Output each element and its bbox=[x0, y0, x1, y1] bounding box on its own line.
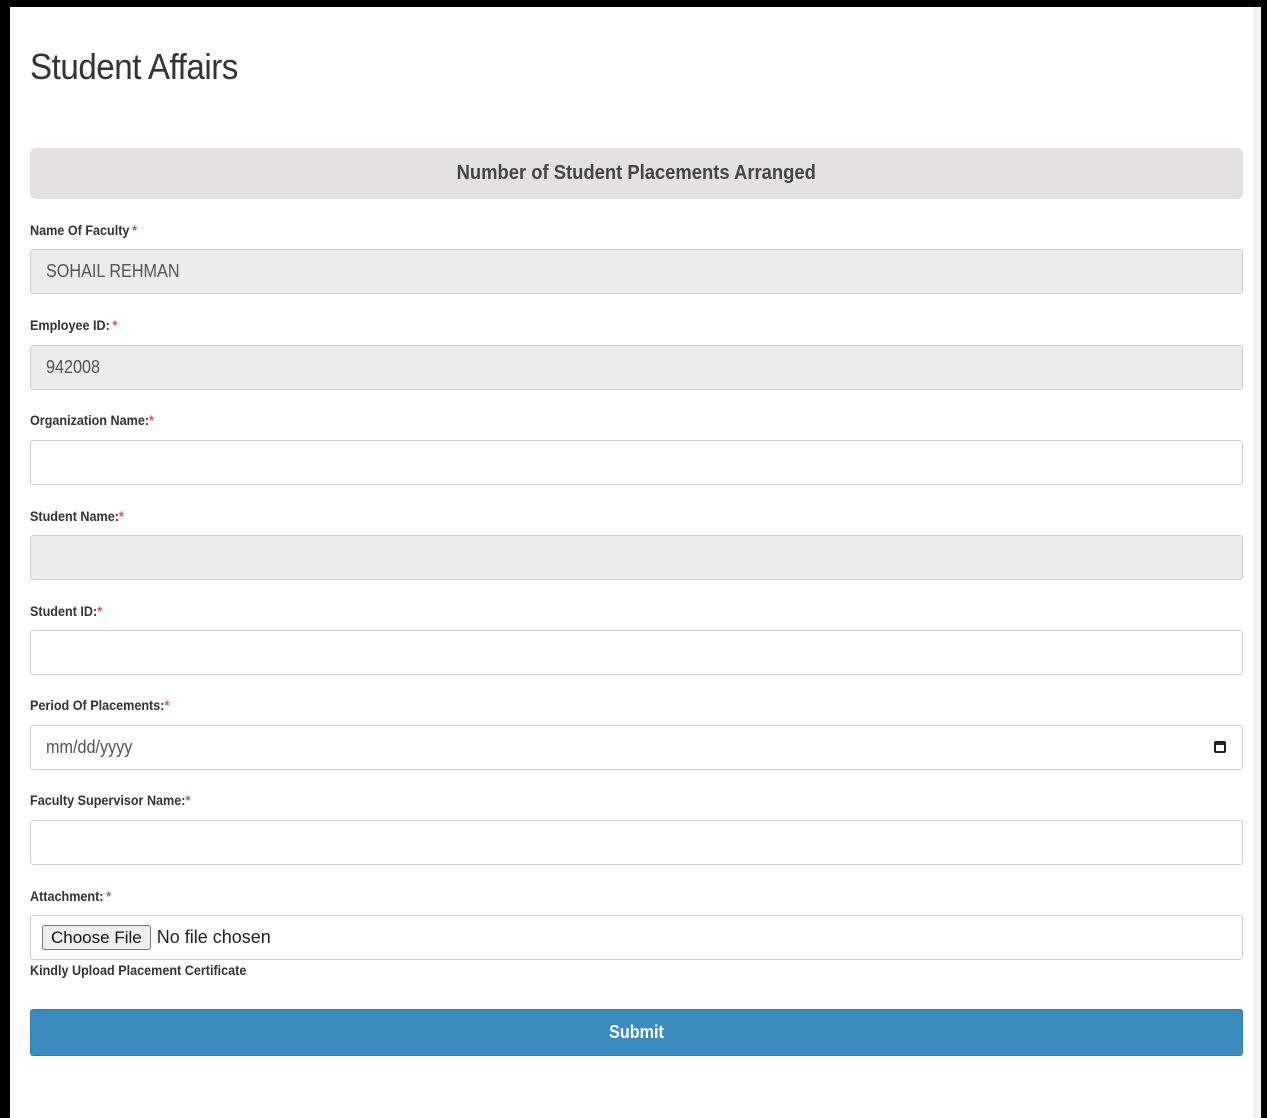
student-name-label-text: Student Name: bbox=[30, 508, 119, 524]
supervisor-name-input[interactable] bbox=[30, 820, 1243, 865]
student-id-input[interactable] bbox=[30, 630, 1243, 675]
supervisor-name-label-text: Faculty Supervisor Name: bbox=[30, 792, 186, 808]
attachment-help-text: Kindly Upload Placement Certificate bbox=[30, 962, 247, 978]
required-marker: * bbox=[118, 508, 124, 524]
section-header: Number of Student Placements Arranged bbox=[30, 148, 1243, 199]
scrollbar-track[interactable] bbox=[1253, 7, 1261, 1118]
calendar-icon[interactable] bbox=[1214, 741, 1226, 753]
required-marker: * bbox=[132, 222, 138, 238]
employee-id-label: Employee ID: * bbox=[30, 317, 117, 333]
period-date-input[interactable]: mm/dd/yyyy bbox=[30, 725, 1243, 770]
attachment-label-text: Attachment: bbox=[30, 888, 104, 904]
required-marker: * bbox=[149, 412, 154, 428]
organization-name-label-text: Organization Name: bbox=[30, 412, 150, 428]
submit-button[interactable]: Submit bbox=[30, 1009, 1243, 1056]
required-marker: * bbox=[106, 888, 112, 904]
faculty-name-label-text: Name Of Faculty bbox=[30, 222, 130, 238]
supervisor-name-label: Faculty Supervisor Name:* bbox=[30, 792, 190, 808]
page-container: Student Affairs Number of Student Placem… bbox=[10, 7, 1253, 1118]
faculty-name-value: SOHAIL REHMAN bbox=[46, 261, 180, 281]
section-title: Number of Student Placements Arranged bbox=[456, 162, 817, 184]
attachment-label: Attachment: * bbox=[30, 888, 111, 904]
attachment-field: Choose File No file chosen bbox=[30, 915, 1243, 960]
page-title: Student Affairs bbox=[30, 46, 238, 87]
student-name-field[interactable] bbox=[30, 535, 1243, 580]
faculty-name-field[interactable]: SOHAIL REHMAN bbox=[30, 249, 1243, 294]
period-label-text: Period Of Placements: bbox=[30, 697, 165, 713]
employee-id-field[interactable]: 942008 bbox=[30, 345, 1243, 390]
period-label: Period Of Placements:* bbox=[30, 697, 169, 713]
choose-file-button[interactable]: Choose File bbox=[42, 925, 151, 950]
file-status: No file chosen bbox=[156, 927, 271, 947]
employee-id-value: 942008 bbox=[46, 357, 101, 377]
required-marker: * bbox=[164, 697, 170, 713]
organization-name-input[interactable] bbox=[30, 440, 1243, 485]
submit-button-label: Submit bbox=[609, 1022, 664, 1042]
faculty-name-label: Name Of Faculty * bbox=[30, 222, 137, 238]
organization-name-label: Organization Name:* bbox=[30, 412, 154, 428]
required-marker: * bbox=[112, 317, 118, 333]
required-marker: * bbox=[97, 603, 103, 619]
student-id-label-text: Student ID: bbox=[30, 603, 98, 619]
employee-id-label-text: Employee ID: bbox=[30, 317, 110, 333]
student-id-label: Student ID:* bbox=[30, 603, 102, 619]
required-marker: * bbox=[185, 792, 191, 808]
date-placeholder: mm/dd/yyyy bbox=[46, 737, 133, 757]
student-name-label: Student Name:* bbox=[30, 508, 124, 524]
